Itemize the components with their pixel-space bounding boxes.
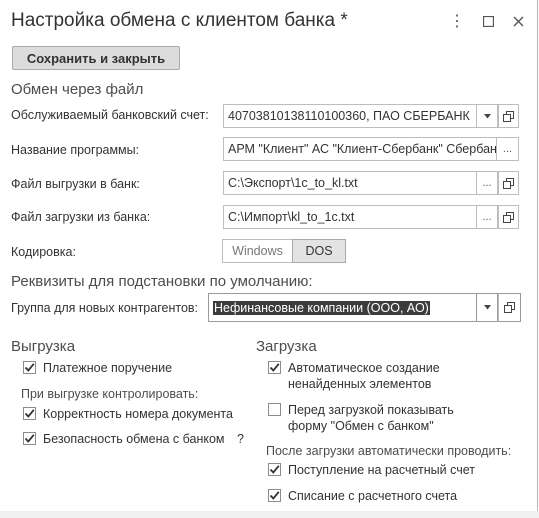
receipt-checkbox[interactable] (268, 463, 281, 476)
counterparty-group-open-button[interactable] (498, 293, 521, 322)
maximize-icon[interactable] (479, 12, 497, 30)
open-icon (504, 302, 515, 313)
checkmark-icon (269, 363, 280, 372)
checkmark-icon (24, 363, 35, 372)
bank-account-label: Обслуживаемый банковский счет: (11, 108, 209, 122)
counterparty-group-field[interactable]: Нефинансовые компании (ООО, АО) (208, 293, 477, 322)
doc-number-checkbox[interactable] (23, 407, 36, 420)
settings-window: Настройка обмена с клиентом банка * ⋮ Со… (0, 0, 538, 512)
encoding-label: Кодировка: (11, 245, 76, 259)
encoding-windows-option[interactable]: Windows (222, 239, 293, 263)
export-file-field[interactable]: C:\Экспорт\1c_to_kl.txt (223, 171, 477, 195)
writeoff-label: Списание с расчетного счета (288, 489, 458, 503)
show-form-label-line1: Перед загрузкой показывать (288, 403, 454, 417)
payment-order-label: Платежное поручение (43, 361, 173, 375)
counterparty-group-value: Нефинансовые компании (ООО, АО) (213, 300, 430, 315)
ellipsis-icon: ... (502, 143, 513, 155)
bank-account-field[interactable]: 40703810138110100360, ПАО СБЕРБАНК (223, 104, 477, 128)
window-title: Настройка обмена с клиентом банка * (11, 10, 348, 31)
defaults-section-title: Реквизиты для подстановки по умолчанию: (11, 273, 313, 290)
auto-create-label-line2: ненайденных элементов (288, 377, 432, 391)
export-section-title: Выгрузка (11, 338, 76, 355)
checkmark-icon (269, 465, 280, 474)
exchange-security-checkbox[interactable] (23, 432, 36, 445)
file-exchange-section-title: Обмен через файл (11, 81, 144, 98)
import-file-select-button[interactable]: ... (477, 205, 498, 229)
auto-post-caption: После загрузки автоматически проводить: (266, 444, 512, 458)
program-name-field[interactable]: АРМ "Клиент" АС "Клиент-Сбербанк" Сберба… (223, 137, 497, 161)
counterparty-group-dropdown-button[interactable] (477, 293, 498, 322)
chevron-down-icon (483, 305, 491, 310)
import-file-label: Файл загрузки из банка: (11, 210, 151, 224)
open-icon (503, 211, 514, 223)
encoding-dos-option[interactable]: DOS (292, 239, 346, 263)
bank-account-dropdown-button[interactable] (477, 104, 498, 128)
open-icon (503, 110, 514, 122)
more-icon[interactable]: ⋮ (448, 12, 466, 30)
payment-order-checkbox[interactable] (23, 361, 36, 374)
program-name-label: Название программы: (11, 143, 140, 157)
chevron-down-icon (483, 113, 491, 118)
export-file-open-button[interactable] (498, 171, 519, 195)
open-icon (503, 177, 514, 189)
writeoff-checkbox[interactable] (268, 489, 281, 502)
ellipsis-icon: ... (482, 177, 492, 189)
exchange-security-label: Безопасность обмена с банком (43, 432, 225, 446)
show-form-checkbox[interactable] (268, 403, 281, 416)
auto-create-label-line1: Автоматическое создание (288, 361, 440, 375)
checkmark-icon (24, 434, 35, 443)
export-file-select-button[interactable]: ... (477, 171, 498, 195)
import-file-field[interactable]: C:\Импорт\kl_to_1c.txt (223, 205, 477, 229)
checkmark-icon (269, 491, 280, 500)
import-file-open-button[interactable] (498, 205, 519, 229)
auto-create-checkbox[interactable] (268, 361, 281, 374)
import-section-title: Загрузка (256, 338, 317, 355)
checkmark-icon (24, 409, 35, 418)
export-control-caption: При выгрузке контролировать: (21, 387, 199, 401)
ellipsis-icon: ... (482, 211, 492, 223)
background-strip (0, 511, 539, 518)
bank-account-open-button[interactable] (498, 104, 519, 128)
export-file-label: Файл выгрузки в банк: (11, 177, 140, 191)
show-form-label-line2: форму "Обмен с банком" (288, 419, 434, 433)
counterparty-group-label: Группа для новых контрагентов: (11, 301, 199, 315)
doc-number-label: Корректность номера документа (43, 407, 233, 421)
program-name-select-button[interactable]: ... (497, 137, 519, 161)
help-icon[interactable]: ? (237, 431, 244, 447)
receipt-label: Поступление на расчетный счет (288, 463, 475, 477)
save-and-close-button[interactable]: Сохранить и закрыть (12, 46, 180, 70)
close-icon[interactable] (509, 12, 527, 30)
